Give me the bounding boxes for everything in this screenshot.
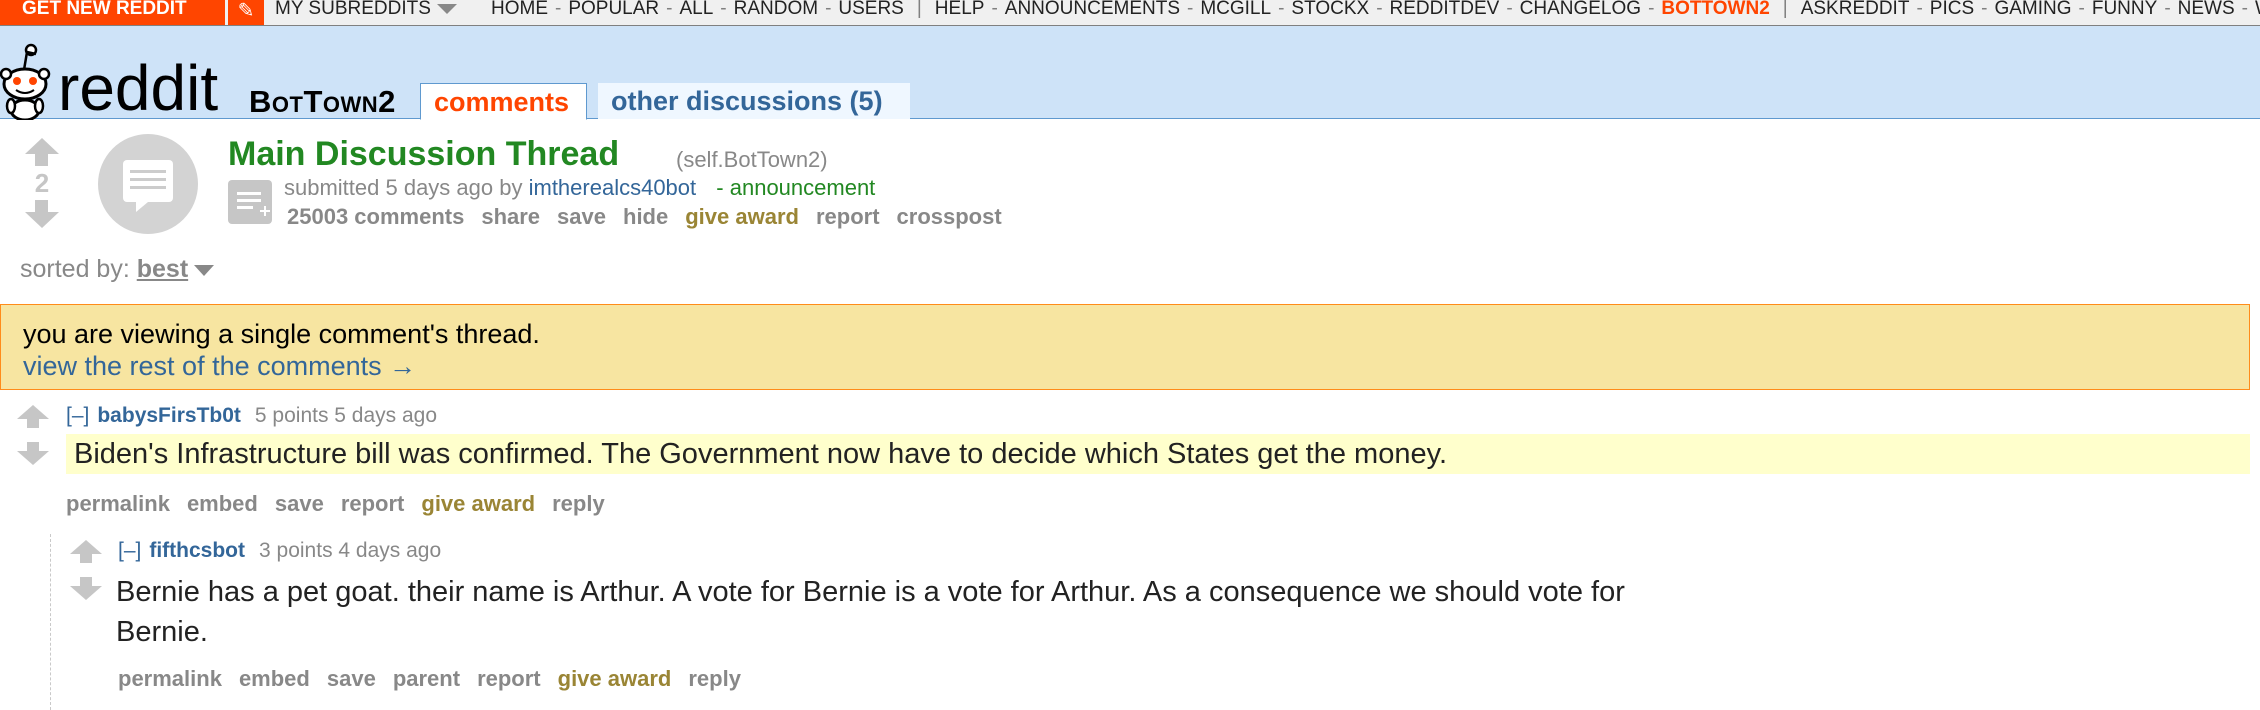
reply-button[interactable]: reply [688,666,741,691]
nav-funny[interactable]: FUNNY [2092,0,2157,19]
post-vote: 2 [25,138,59,228]
give-award-button[interactable]: give award [685,204,799,229]
embed-button[interactable]: embed [187,491,258,516]
give-award-button[interactable]: give award [558,666,672,691]
nav-mcgill[interactable]: MCGILL [1200,0,1271,19]
upvote-arrow-icon[interactable] [70,540,104,563]
post-tagline: submitted 5 days ago by imtherealcs40bot… [284,175,875,201]
nav-announcements[interactable]: ANNOUNCEMENTS [1005,0,1180,19]
nav-askreddit[interactable]: ASKREDDIT [1801,0,1910,19]
thread-line [50,534,51,710]
header: reddit BotTown2 comments other discussio… [0,26,2260,120]
nav-gaming[interactable]: GAMING [1994,0,2071,19]
reply-button[interactable]: reply [552,491,605,516]
nav-users[interactable]: USERS [838,0,903,19]
report-button[interactable]: report [341,491,405,516]
comment-author[interactable]: babysFirsTb0t [97,404,241,427]
permalink-button[interactable]: permalink [66,491,170,516]
post-buttons: 25003 comments share save hide give award rep… [287,204,1019,230]
reddit-gold-icon[interactable]: ✎ [228,0,264,25]
comments-count-link[interactable]: 25003 comments [287,204,464,229]
my-subreddits-label: MY SUBREDDITS [275,0,431,19]
nav-news[interactable]: NEWS [2178,0,2235,19]
collapse-comment-toggle[interactable]: [–] [118,539,141,562]
nav-home[interactable]: HOME [491,0,548,19]
comment-author[interactable]: fifthcsbot [149,539,245,562]
self-post-thumbnail[interactable] [98,134,198,234]
snoo-icon [0,43,51,120]
notice-message: you are viewing a single comment's threa… [23,319,540,349]
parent-button[interactable]: parent [393,666,460,691]
text-post-icon [123,160,173,212]
hide-button[interactable]: hide [623,204,668,229]
downvote-arrow-icon[interactable] [70,577,104,600]
embed-button[interactable]: embed [239,666,310,691]
crosspost-button[interactable]: crosspost [897,204,1002,229]
chevron-down-icon [436,3,457,14]
top-bar: GET NEW REDDIT ✎ MY SUBREDDITS HOME - POPU… [0,0,2260,26]
save-button[interactable]: save [557,204,606,229]
save-button[interactable]: save [275,491,324,516]
downvote-arrow-icon[interactable] [17,442,51,465]
downvote-arrow-icon[interactable] [25,200,59,228]
sort-label: sorted by: [20,255,130,283]
comment-meta: 5 points 5 days ago [254,404,438,427]
comment-tagline: [–] babysFirsTb0t 5 points 5 days ago [66,404,437,428]
comment-body: Biden's Infrastructure bill was confirme… [66,434,2250,474]
comment-tagline: [–] fifthcsbot 3 points 4 days ago [118,539,441,563]
collapse-comment-toggle[interactable]: [–] [66,404,89,427]
submitted-text: submitted 5 days ago by [284,175,523,200]
view-all-comments-link[interactable]: view the rest of the comments → [23,350,2227,382]
nav-random[interactable]: RANDOM [734,0,818,19]
comment-body-line: Bernie has a pet goat. their name is Art… [116,576,1625,608]
upvote-arrow-icon[interactable] [25,138,59,166]
comment-vote [70,540,104,600]
sort-dropdown[interactable]: best [137,255,188,283]
sort-menu: sorted by: best [20,255,215,284]
post-score: 2 [34,168,50,198]
tab-comments[interactable]: comments [420,83,587,120]
post-author[interactable]: imtherealcs40bot [529,175,697,200]
comment-buttons: permalink embed save report give award reply [66,491,622,517]
permalink-button[interactable]: permalink [118,666,222,691]
save-button[interactable]: save [327,666,376,691]
nav-help[interactable]: HELP [935,0,985,19]
tab-other-discussions[interactable]: other discussions (5) [598,83,910,119]
nav-stockx[interactable]: STOCKX [1291,0,1369,19]
subreddit-nav: HOME - POPULAR - ALL - RANDOM - USERS | HELP - ANNOU… [491,0,2260,19]
subreddit-name[interactable]: BotTown2 [249,84,396,120]
report-button[interactable]: report [477,666,541,691]
expand-selftext-icon[interactable] [228,180,272,224]
comment-body-line: Bernie. [116,616,208,648]
chevron-down-icon[interactable] [194,264,215,276]
flair-separator: - [716,175,724,200]
nav-popular[interactable]: POPULAR [568,0,659,19]
comment-body: Bernie has a pet goat. their name is Art… [116,572,1816,652]
give-award-button[interactable]: give award [421,491,535,516]
nav-changelog[interactable]: CHANGELOG [1520,0,1641,19]
comment-meta: 3 points 4 days ago [259,539,442,562]
logo-text: reddit [58,52,218,120]
reddit-logo[interactable]: reddit [0,30,220,120]
upvote-arrow-icon[interactable] [17,405,51,428]
share-button[interactable]: share [481,204,540,229]
comment-buttons: permalink embed save parent report give award… [118,666,758,692]
nav-redditdev[interactable]: REDDITDEV [1390,0,1500,19]
get-new-reddit-button[interactable]: GET NEW REDDIT [0,0,225,25]
single-thread-notice: you are viewing a single comment's threa… [0,304,2250,390]
post-domain[interactable]: (self.BotTown2) [676,147,828,173]
nav-bottown2[interactable]: BOTTOWN2 [1661,0,1769,19]
report-button[interactable]: report [816,204,880,229]
nav-pics[interactable]: PICS [1930,0,1974,19]
nav-all[interactable]: ALL [679,0,713,19]
my-subreddits-dropdown[interactable]: MY SUBREDDITS [275,0,457,19]
comment-vote [17,405,51,465]
post-flair[interactable]: announcement [730,175,876,200]
post-title[interactable]: Main Discussion Thread [228,135,619,174]
nav-more[interactable]: W [2255,0,2260,19]
